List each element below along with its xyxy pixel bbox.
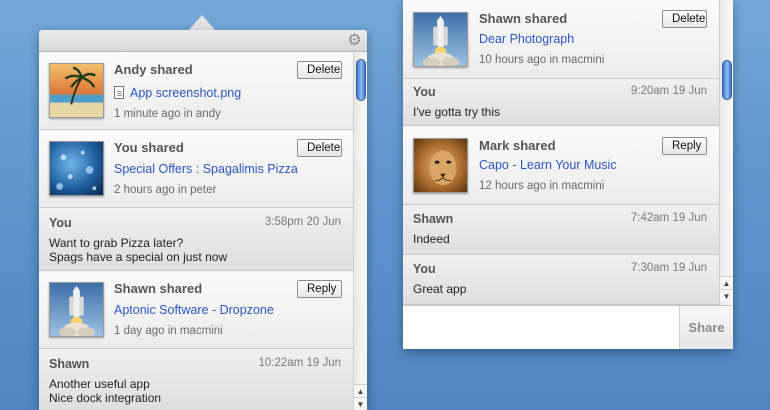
share-meta: 1 minute ago in andy [114,108,221,120]
vertical-scrollbar[interactable]: ▲ ▼ [719,0,733,305]
shared-file-link[interactable]: App screenshot.png [114,86,241,100]
delete-button[interactable]: Delete [297,61,342,79]
reply-button[interactable]: Reply [297,280,342,298]
share-meta: 10 hours ago in macmini [479,54,605,66]
scroll-up-arrow[interactable]: ▲ [354,384,367,397]
scroll-down-arrow[interactable]: ▼ [354,397,367,410]
message-time: 10:22am 19 Jun [258,357,341,369]
compose-bar: Share [403,305,733,349]
beach-photo-thumbnail[interactable] [49,63,104,118]
message-line: Another useful app [49,377,150,391]
message-line: Nice dock integration [49,391,162,405]
message-time: 7:30am 19 Jun [630,262,707,274]
message-line: Want to grab Pizza later? [49,236,184,250]
lion-photo-thumbnail[interactable] [413,138,468,193]
shared-file-name[interactable]: App screenshot.png [130,86,241,100]
message-sender: You [49,216,72,230]
shared-link[interactable]: Aptonic Software - Dropzone [114,303,274,317]
gear-icon[interactable]: ⚙ [346,32,363,49]
message-item: You 3:58pm 20 Jun Want to grab Pizza lat… [39,209,353,271]
message-sender: Shawn [49,357,90,371]
share-title: Shawn shared [479,11,568,26]
message-body: Indeed [413,232,450,246]
message-sender: You [413,262,436,276]
share-meta: 1 day ago in macmini [114,325,223,337]
shared-link[interactable]: Dear Photograph [479,32,574,46]
message-item: Shawn 10:22am 19 Jun Another useful app … [39,350,353,410]
share-title: You shared [114,140,184,155]
message-time: 7:42am 19 Jun [630,212,707,224]
scroll-up-arrow[interactable]: ▲ [720,276,733,289]
share-button[interactable]: Share [679,306,733,349]
water-drops-photo-thumbnail[interactable] [49,141,104,196]
panel-header: ⚙ [39,30,367,52]
scrollbar-thumb[interactable] [356,59,366,101]
share-title: Shawn shared [114,281,203,296]
message-line: Indeed [413,232,450,246]
message-body: Want to grab Pizza later? Spags have a s… [49,236,227,264]
message-body: I've gotta try this [413,105,500,119]
share-item: Shawn shared Dear Photograph 10 hours ag… [403,0,719,79]
share-title: Mark shared [479,138,556,153]
document-icon [114,86,124,99]
message-body: Another useful app Nice dock integration [49,377,161,405]
message-line: Spags have a special on just now [49,250,228,264]
scrollbar-thumb[interactable] [722,60,732,100]
vertical-scrollbar[interactable]: ▲ ▼ [353,53,367,410]
share-meta: 2 hours ago in peter [114,184,217,196]
reply-button[interactable]: Reply [662,137,707,155]
shuttle-launch-photo-thumbnail[interactable] [413,12,468,67]
share-meta: 12 hours ago in macmini [479,180,605,192]
popover-pointer [188,15,216,31]
message-line: I've gotta try this [413,105,500,119]
message-sender: You [413,85,436,99]
message-line: Great app [413,282,467,296]
left-notification-panel: ⚙ Andy shared App screenshot.png 1 minut… [39,30,367,410]
shared-link[interactable]: Capo - Learn Your Music [479,158,617,172]
share-item: Andy shared App screenshot.png 1 minute … [39,53,353,130]
compose-input[interactable] [403,306,679,349]
message-item: You 7:30am 19 Jun Great app [403,256,719,305]
share-item: Shawn shared Aptonic Software - Dropzone… [39,272,353,349]
right-notification-panel: Shawn shared Dear Photograph 10 hours ag… [403,0,733,349]
message-body: Great app [413,282,466,296]
share-item: Mark shared Capo - Learn Your Music 12 h… [403,127,719,205]
share-item: You shared Special Offers : Spagalimis P… [39,131,353,208]
share-title: Andy shared [114,62,193,77]
message-item: Shawn 7:42am 19 Jun Indeed [403,206,719,255]
shared-link[interactable]: Special Offers : Spagalimis Pizza [114,162,298,176]
message-time: 3:58pm 20 Jun [264,216,341,228]
message-time: 9:20am 19 Jun [630,85,707,97]
message-sender: Shawn [413,212,454,226]
delete-button[interactable]: Delete [662,10,707,28]
delete-button[interactable]: Delete [297,139,342,157]
shuttle-launch-photo-thumbnail[interactable] [49,282,104,337]
message-item: You 9:20am 19 Jun I've gotta try this [403,80,719,126]
scroll-down-arrow[interactable]: ▼ [720,289,733,302]
